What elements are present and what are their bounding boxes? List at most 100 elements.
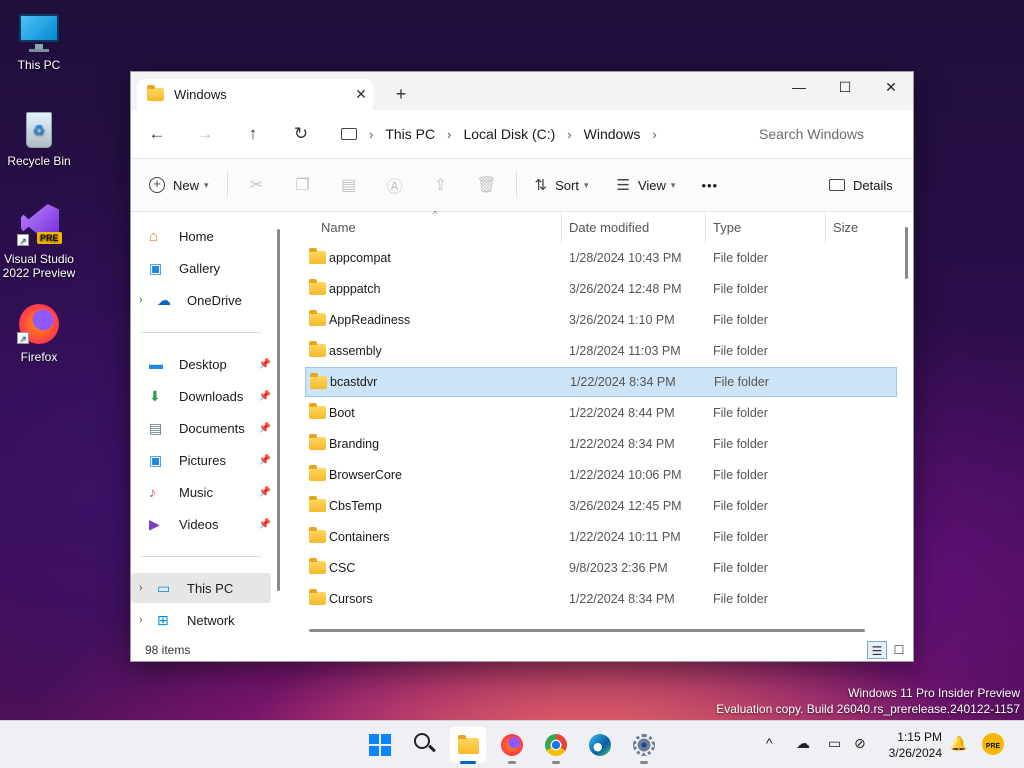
notification-bell-icon[interactable]: 🔔	[950, 735, 967, 752]
gallery-icon: ▣	[149, 260, 163, 276]
up-button[interactable]: ↑	[229, 124, 277, 144]
share-icon[interactable]: ⇪	[418, 175, 464, 195]
file-row[interactable]: assembly 1/28/2024 11:03 PM File folder	[305, 336, 897, 366]
desktop-icon-recycle-bin[interactable]: ♻ Recycle Bin	[0, 106, 78, 168]
column-header-type[interactable]: Type	[713, 213, 741, 243]
close-window-button[interactable]: ✕	[868, 72, 914, 102]
close-tab-button[interactable]: ✕	[349, 86, 373, 103]
file-row-selected[interactable]: bcastdvr 1/22/2024 8:34 PM File folder	[305, 367, 897, 397]
file-row[interactable]: AppReadiness 3/26/2024 1:10 PM File fold…	[305, 305, 897, 335]
sidebar-item-gallery[interactable]: ▣ Gallery	[131, 253, 271, 283]
start-button[interactable]	[362, 727, 398, 763]
delete-icon[interactable]: 🗑	[464, 175, 510, 195]
desktop-icon-this-pc[interactable]: This PC	[0, 10, 78, 72]
paste-icon[interactable]: ▤	[326, 175, 372, 195]
desktop-icon-label: Visual Studio 2022 Preview	[2, 252, 76, 280]
horizontal-scrollbar[interactable]	[309, 629, 865, 632]
sidebar-item-network[interactable]: › ⊞ Network	[131, 605, 271, 635]
sidebar-item-downloads[interactable]: ⬇ Downloads 📌	[131, 381, 271, 411]
chevron-right-icon[interactable]: ›	[139, 294, 155, 306]
file-row[interactable]: Cursors 1/22/2024 8:34 PM File folder	[305, 584, 897, 614]
sidebar-item-onedrive[interactable]: › ☁ OneDrive	[131, 285, 271, 315]
sidebar-item-music[interactable]: ♪ Music 📌	[131, 477, 271, 507]
sidebar-item-label: Videos	[179, 516, 219, 532]
search-button[interactable]	[406, 727, 442, 763]
file-row[interactable]: appcompat 1/28/2024 10:43 PM File folder	[305, 243, 897, 273]
column-divider[interactable]	[705, 213, 706, 243]
chevron-right-icon: ›	[652, 126, 657, 142]
file-explorer-window: Windows ✕ + — ☐ ✕ ← → ↑ ↻ › This PC › Lo…	[130, 71, 914, 662]
new-tab-button[interactable]: +	[389, 84, 413, 105]
folder-icon	[309, 403, 326, 419]
sort-button[interactable]: ⇅ Sort ▾	[535, 176, 589, 194]
cut-icon[interactable]: ✂	[234, 175, 280, 195]
refresh-button[interactable]: ↻	[277, 124, 325, 144]
column-header-date-modified[interactable]: Date modified	[569, 213, 649, 243]
back-button[interactable]: ←	[133, 124, 181, 144]
details-pane-button[interactable]: Details	[829, 178, 893, 193]
column-divider[interactable]	[561, 213, 562, 243]
command-bar: + New ▾ ✂ ❐ ▤ Ⓐ ⇪ 🗑 ⇅ Sort ▾ ☰ View ▾ ••…	[131, 158, 913, 212]
column-divider[interactable]	[825, 213, 826, 243]
minimize-button[interactable]: —	[776, 72, 822, 102]
folder-icon	[309, 527, 326, 543]
view-button[interactable]: ☰ View ▾	[617, 176, 676, 194]
clock[interactable]: 1:15 PM 3/26/2024	[884, 729, 942, 761]
forward-button[interactable]: →	[181, 124, 229, 144]
file-type: File folder	[713, 406, 768, 420]
details-view-button[interactable]: ☰	[867, 641, 887, 659]
sidebar-item-home[interactable]: ⌂ Home	[131, 221, 271, 251]
chevron-up-icon[interactable]: ^	[766, 735, 773, 751]
maximize-button[interactable]: ☐	[822, 72, 868, 102]
column-header-size[interactable]: Size	[833, 213, 858, 243]
chevron-right-icon[interactable]: ›	[139, 614, 155, 626]
tiles-view-button[interactable]: ☐	[889, 641, 909, 659]
file-row[interactable]: BrowserCore 1/22/2024 10:06 PM File fold…	[305, 460, 897, 490]
insider-pre-icon[interactable]: PRE	[982, 733, 1004, 755]
display-icon[interactable]: ▭	[828, 735, 841, 752]
chevron-right-icon[interactable]: ›	[139, 582, 155, 594]
shortcut-arrow-icon: ↗	[17, 332, 29, 344]
rename-icon[interactable]: Ⓐ	[372, 173, 418, 197]
desktop-icon-visual-studio[interactable]: PRE ↗ Visual Studio 2022 Preview	[0, 204, 78, 280]
file-explorer-taskbar-button[interactable]	[450, 727, 486, 764]
new-button[interactable]: + New ▾	[149, 177, 209, 193]
onedrive-offline-icon[interactable]: ☁	[796, 735, 810, 752]
onedrive-icon: ☁	[157, 292, 171, 308]
firefox-icon: ↗	[17, 302, 61, 346]
tab-windows[interactable]: Windows ✕	[137, 79, 373, 110]
more-options-button[interactable]: •••	[701, 178, 718, 193]
file-row[interactable]: Boot 1/22/2024 8:44 PM File folder	[305, 398, 897, 428]
file-name: BrowserCore	[329, 468, 402, 482]
settings-taskbar-button[interactable]	[626, 727, 662, 764]
network-disconnected-icon[interactable]: ⊘	[854, 735, 866, 752]
search-input[interactable]: Search Windows	[745, 119, 913, 149]
sidebar-item-documents[interactable]: ▤ Documents 📌	[131, 413, 271, 443]
copy-icon[interactable]: ❐	[280, 175, 326, 195]
sidebar-item-pictures[interactable]: ▣ Pictures 📌	[131, 445, 271, 475]
folder-icon	[309, 434, 326, 450]
sidebar-item-videos[interactable]: ▶ Videos 📌	[131, 509, 271, 539]
column-header-name[interactable]: Name	[321, 213, 356, 243]
chrome-taskbar-button[interactable]	[538, 727, 574, 764]
breadcrumb[interactable]: › This PC › Local Disk (C:) › Windows ›	[335, 119, 729, 149]
file-row[interactable]: Containers 1/22/2024 10:11 PM File folde…	[305, 522, 897, 552]
file-row[interactable]: apppatch 3/26/2024 12:48 PM File folder	[305, 274, 897, 304]
file-row[interactable]: CbsTemp 3/26/2024 12:45 PM File folder	[305, 491, 897, 521]
recycle-bin-icon: ♻	[17, 106, 61, 150]
folder-icon	[309, 589, 326, 605]
breadcrumb-this-pc[interactable]: This PC	[385, 126, 435, 142]
sidebar-item-this-pc[interactable]: › ▭ This PC	[131, 573, 271, 603]
file-row[interactable]: Branding 1/22/2024 8:34 PM File folder	[305, 429, 897, 459]
sidebar-item-desktop[interactable]: ▬ Desktop 📌	[131, 349, 271, 379]
edge-taskbar-button[interactable]	[582, 727, 618, 763]
breadcrumb-local-disk[interactable]: Local Disk (C:)	[463, 126, 555, 142]
breadcrumb-windows[interactable]: Windows	[584, 126, 641, 142]
firefox-taskbar-button[interactable]	[494, 727, 530, 764]
file-row[interactable]: CSC 9/8/2023 2:36 PM File folder	[305, 553, 897, 583]
folder-icon	[310, 373, 327, 389]
sidebar-scrollbar[interactable]	[277, 229, 280, 591]
desktop-icon-label: Recycle Bin	[7, 154, 71, 168]
desktop-icon-firefox[interactable]: ↗ Firefox	[0, 302, 78, 364]
vertical-scrollbar[interactable]	[905, 227, 908, 279]
